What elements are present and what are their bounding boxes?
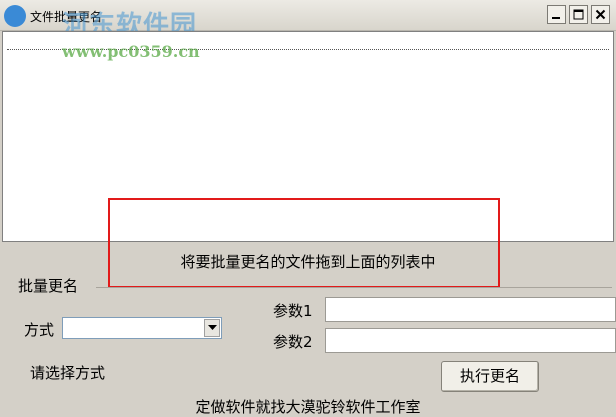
chevron-down-icon — [208, 325, 217, 330]
watermark-url: www.pc0359.cn — [62, 42, 200, 61]
drop-hint-text: 将要批量更名的文件拖到上面的列表中 — [180, 253, 436, 271]
main-window: 文件批量更名 河东软件园 www.pc0359.cn 将要批量更名的文件拖到上面… — [0, 0, 616, 416]
maximize-icon — [573, 9, 584, 20]
minimize-button[interactable] — [547, 5, 566, 24]
dropdown-arrow-button[interactable] — [204, 319, 220, 337]
execute-rename-button[interactable]: 执行更名 — [441, 361, 539, 392]
group-border — [96, 287, 612, 288]
title-bar[interactable]: 文件批量更名 河东软件园 — [0, 0, 616, 41]
param2-label: 参数2 — [273, 333, 313, 351]
app-logo-icon — [4, 5, 26, 27]
close-button[interactable] — [591, 5, 610, 24]
minimize-icon — [552, 17, 560, 19]
status-text: 请选择方式 — [30, 364, 106, 382]
param1-input[interactable] — [325, 297, 616, 322]
param1-label: 参数1 — [273, 302, 313, 320]
mode-select[interactable] — [62, 317, 222, 339]
maximize-button[interactable] — [569, 5, 588, 24]
param2-input[interactable] — [325, 328, 616, 353]
file-list[interactable] — [2, 31, 614, 242]
mode-label: 方式 — [24, 321, 55, 339]
group-title: 批量更名 — [18, 275, 83, 296]
close-icon — [595, 9, 606, 20]
